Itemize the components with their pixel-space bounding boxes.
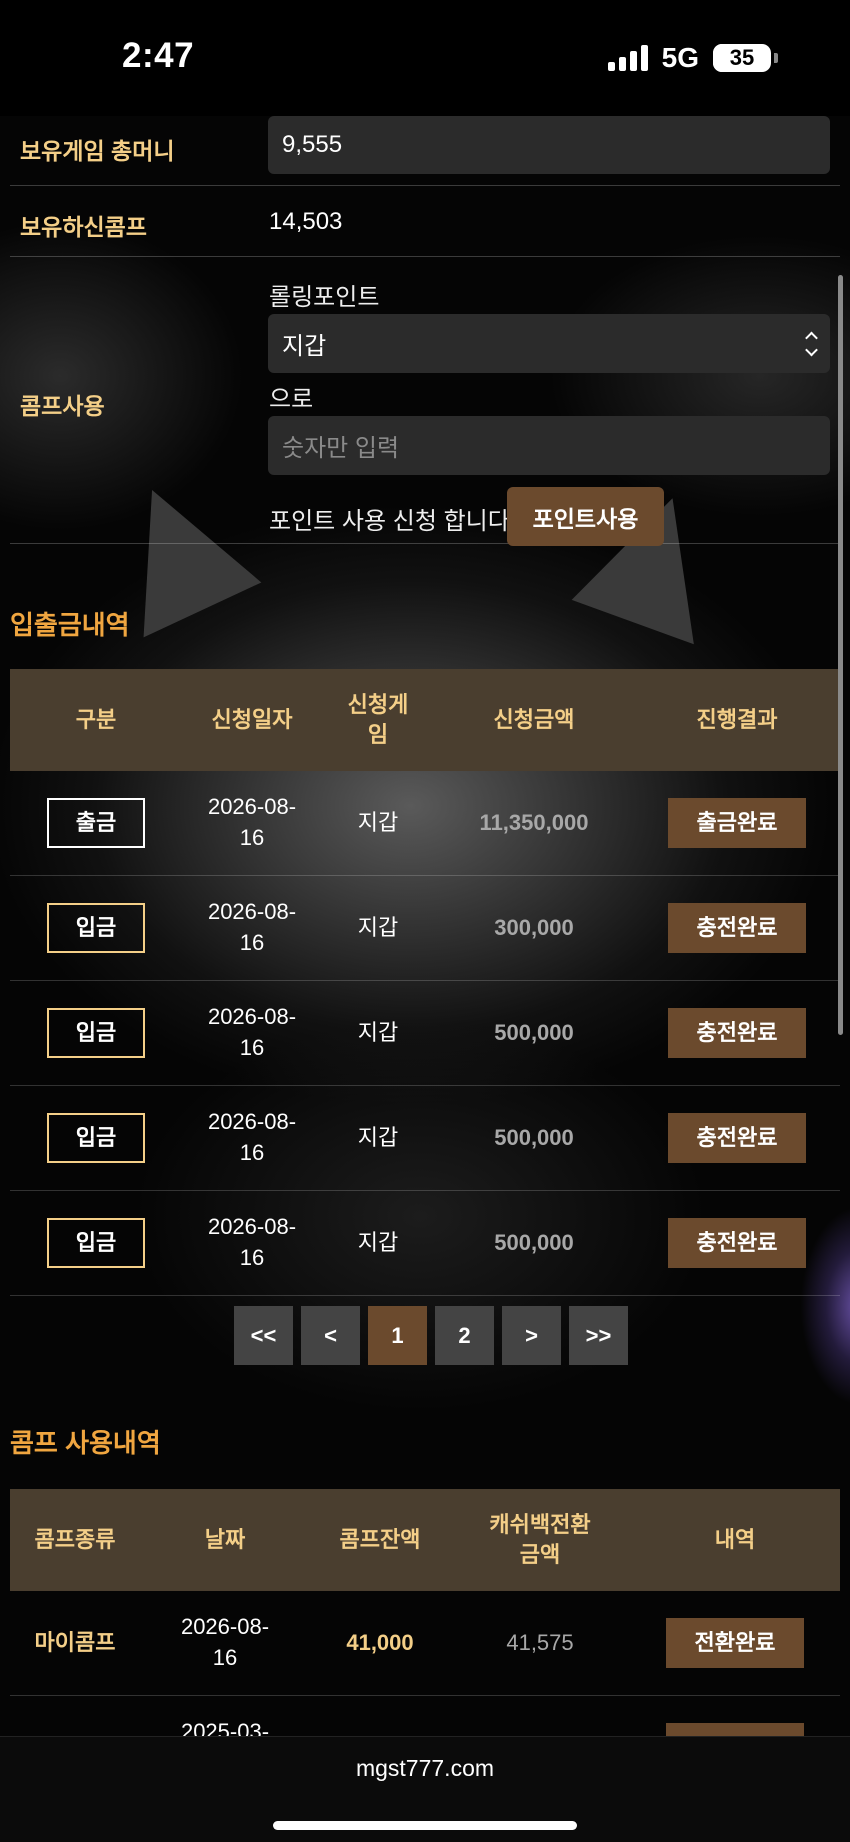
comp-history-title: 콤프 사용내역 [10,1428,161,1458]
comp-use-label: 콤프사용 [20,393,105,419]
header-comp-balance: 콤프잔액 [339,1527,421,1553]
row-comp-cash: 41,575 [506,1629,574,1655]
prev-page-button[interactable]: < [301,1306,360,1365]
table-row: 마이콤프 2026-08- 16 41,000 41,575 전환완료 [10,1591,840,1696]
status-bar: 2:47 5G 35 [0,0,850,116]
type-badge-withdraw: 출금 [47,798,145,848]
row-comp-kind: 마이콤프 [34,1629,116,1655]
header-amount: 신청금액 [493,707,575,733]
point-amount-placeholder: 숫자만 입력 [282,435,400,462]
result-badge: 충전완료 [668,903,806,953]
row-amount: 500,000 [494,1019,574,1045]
comp-table-header: 콤프종류 날짜 콤프잔액 캐쉬백전환 금액 내역 [10,1489,840,1591]
status-time: 2:47 [122,36,195,75]
row-date: 2026-08- 16 [207,1004,297,1060]
row-game: 지갑 [357,1124,399,1150]
address-bar[interactable]: mgst777.com [0,1755,850,1782]
comp-held-value: 14,503 [269,208,343,235]
status-icons: 5G 35 [607,42,778,74]
battery-level: 35 [729,45,755,70]
deposit-history-title: 입출금내역 [10,610,130,640]
next-page-button[interactable]: > [502,1306,561,1365]
deposit-table-header: 구분 신청일자 신청게 임 신청금액 진행결과 [10,669,840,771]
comp-history-table: 콤프종류 날짜 콤프잔액 캐쉬백전환 금액 내역 마이콤프 2026-08- 1… [10,1489,840,1736]
table-row: 입금 2026-08- 16 지갑 500,000 충전완료 [10,1086,840,1191]
rolling-point-label: 롤링포인트 [269,284,380,311]
header-type: 구분 [75,707,117,733]
apply-text: 포인트 사용 신청 합니다. [269,508,517,535]
type-badge-deposit: 입금 [47,1113,145,1163]
type-badge-deposit: 입금 [47,1008,145,1058]
network-type: 5G [661,42,699,73]
battery-icon: 35 [713,44,778,72]
row-game: 지갑 [357,1019,399,1045]
comp-status-badge: 전환완료 [666,1723,804,1736]
row-date: 2026-08- 16 [207,1109,297,1165]
comp-held-label: 보유하신콤프 [20,214,147,240]
total-money-value: 9,555 [282,131,343,158]
row-date: 2026-08- 16 [207,794,297,850]
row-comp-date: 2026-08- 16 [180,1614,270,1670]
table-row: 출금 2026-08- 16 지갑 11,350,000 출금완료 [10,771,840,876]
point-amount-input[interactable]: 숫자만 입력 [268,416,830,475]
type-badge-deposit: 입금 [47,903,145,953]
home-indicator[interactable] [273,1821,577,1830]
page-content: 보유게임 총머니 9,555 보유하신콤프 14,503 콤프사용 롤링포인트 … [0,116,850,1736]
cellular-signal-icon [607,45,648,71]
table-row: 마이콤프 2025-03- 16 전환완료 [10,1696,840,1736]
row-amount: 11,350,000 [479,809,589,835]
row-comp-date: 2025-03- 16 [180,1719,270,1736]
row-amount: 500,000 [494,1229,574,1255]
comp-use-row: 콤프사용 롤링포인트 지갑 으로 숫자만 입력 포인트 사용 신청 합니다. 포… [10,257,840,546]
header-history: 내역 [714,1527,756,1553]
comp-held-row: 보유하신콤프 14,503 [10,186,840,257]
comp-status-badge: 전환완료 [666,1618,804,1668]
result-badge: 충전완료 [668,1008,806,1058]
page-1-button[interactable]: 1 [368,1306,427,1365]
result-badge: 출금완료 [668,798,806,848]
deposit-history-table: 구분 신청일자 신청게 임 신청금액 진행결과 출금 2026-08- 16 지… [10,669,840,1296]
wallet-select-value: 지갑 [282,333,327,360]
page-2-button[interactable]: 2 [435,1306,494,1365]
header-date: 신청일자 [211,707,293,733]
header-game: 신청게 임 [347,692,409,747]
type-badge-deposit: 입금 [47,1218,145,1268]
header-result: 진행결과 [696,707,778,733]
last-page-button[interactable]: >> [569,1306,628,1365]
use-points-button[interactable]: 포인트사용 [507,487,664,546]
result-badge: 충전완료 [668,1113,806,1163]
scrollbar[interactable] [838,275,843,1035]
row-date: 2026-08- 16 [207,899,297,955]
row-game: 지갑 [357,1229,399,1255]
table-row: 입금 2026-08- 16 지갑 500,000 충전완료 [10,981,840,1086]
header-cashback: 캐쉬백전환 금액 [489,1512,591,1567]
row-date: 2026-08- 16 [207,1214,297,1270]
header-comp-date: 날짜 [204,1527,246,1553]
first-page-button[interactable]: << [234,1306,293,1365]
row-game: 지갑 [357,914,399,940]
table-row: 입금 2026-08- 16 지갑 500,000 충전완료 [10,1191,840,1296]
total-money-row: 보유게임 총머니 9,555 [10,116,840,186]
row-amount: 500,000 [494,1124,574,1150]
total-money-label: 보유게임 총머니 [20,138,175,164]
row-comp-balance: 41,000 [346,1629,414,1655]
result-badge: 충전완료 [668,1218,806,1268]
header-comp-kind: 콤프종류 [34,1527,116,1553]
row-amount: 300,000 [494,914,574,940]
table-row: 입금 2026-08- 16 지갑 300,000 충전완료 [10,876,840,981]
select-arrows-icon [805,331,818,356]
pagination: << < 1 2 > >> [234,1306,628,1365]
to-label: 으로 [269,386,314,413]
row-game: 지갑 [357,809,399,835]
browser-bottom-bar: mgst777.com [0,1736,850,1842]
wallet-select[interactable]: 지갑 [268,314,830,373]
total-money-field: 9,555 [268,116,830,174]
